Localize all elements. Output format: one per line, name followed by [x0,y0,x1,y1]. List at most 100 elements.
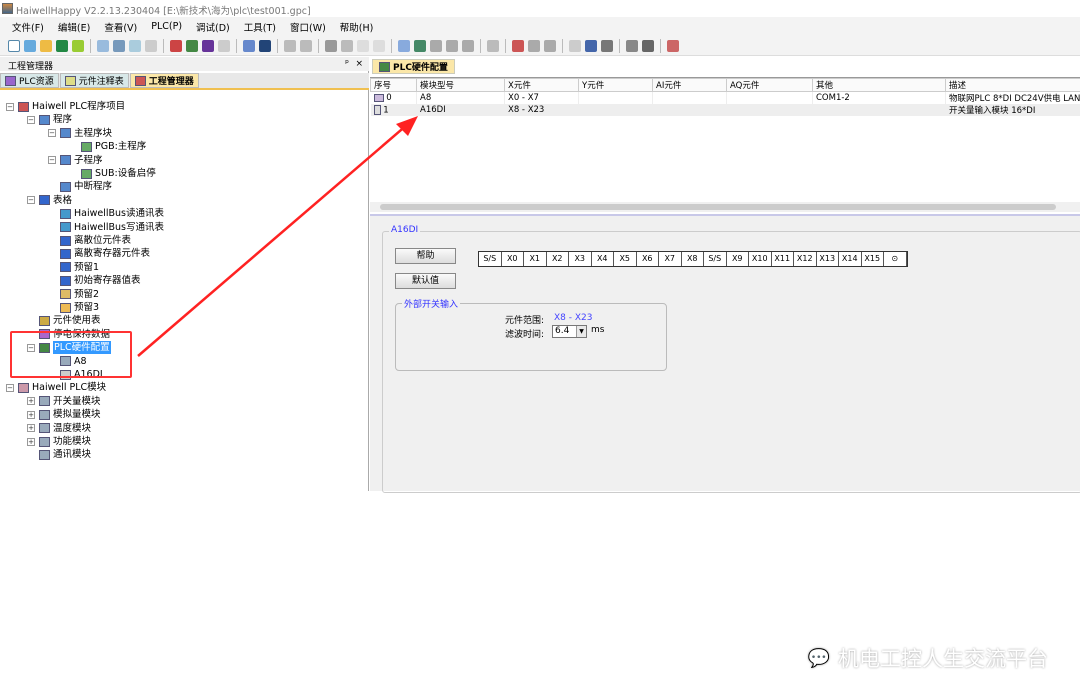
edit-icon[interactable] [243,40,255,52]
help-button[interactable]: 帮助 [395,248,456,264]
tree-item[interactable]: 离散寄存器元件表 [60,247,150,260]
font-icon[interactable] [585,40,597,52]
tree-item[interactable]: HaiwellBus写通讯表 [60,221,164,234]
config-icon[interactable] [512,40,524,52]
menu-window[interactable]: 窗口(W) [290,20,326,34]
menu-help[interactable]: 帮助(H) [340,20,374,34]
tree-item[interactable]: 预留1 [60,261,99,274]
col-index[interactable]: 序号 [371,79,417,92]
tab-plc-hardware-config[interactable]: PLC硬件配置 [372,59,455,74]
module-icon[interactable] [667,40,679,52]
tree-item[interactable]: 通讯模块 [39,448,91,461]
collapse-icon[interactable]: − [27,116,35,124]
copy-icon[interactable] [357,40,369,52]
lock-icon[interactable] [626,40,638,52]
chevron-down-icon[interactable]: ▼ [576,326,586,337]
tool5-icon[interactable] [544,40,556,52]
tree-item[interactable]: 初始寄存器值表 [60,274,141,287]
tree-item[interactable]: PGB:主程序 [81,140,146,153]
tree-item[interactable]: 开关量模块 [39,395,101,408]
print-icon[interactable] [113,40,125,52]
tree-item[interactable]: SUB:设备启停 [81,167,156,180]
expand-icon[interactable]: + [27,424,35,432]
expand-icon[interactable]: + [27,438,35,446]
collapse-icon[interactable]: − [48,156,56,164]
info-icon[interactable] [487,40,499,52]
tab-plc-resources[interactable]: PLC资源 [0,73,59,88]
open-icon[interactable] [40,40,52,52]
col-aq[interactable]: AQ元件 [727,79,813,92]
tree-item[interactable]: 主程序块 [60,127,112,140]
pin-icon[interactable]: ᵖ [345,59,349,69]
col-y[interactable]: Y元件 [579,79,653,92]
close-project-icon[interactable] [642,40,654,52]
tool4-icon[interactable] [528,40,540,52]
tree-item[interactable]: 温度模块 [39,422,91,435]
hardware-icon[interactable] [186,40,198,52]
export-icon[interactable] [72,40,84,52]
monitor-icon[interactable] [218,40,230,52]
close-icon[interactable]: × [355,59,363,69]
clear-icon[interactable] [601,40,613,52]
doc-icon[interactable] [145,40,157,52]
expand-icon[interactable]: + [27,397,35,405]
col-ai[interactable]: AI元件 [653,79,727,92]
delete-icon[interactable] [325,40,337,52]
save-icon[interactable] [56,40,68,52]
network-icon[interactable] [398,40,410,52]
tree-item[interactable]: HaiwellBus读通讯表 [60,207,164,220]
filter-time-select[interactable]: 6.4 ▼ [552,325,587,338]
col-model[interactable]: 模块型号 [417,79,505,92]
tool2-icon[interactable] [446,40,458,52]
find-icon[interactable] [259,40,271,52]
horizontal-scrollbar[interactable] [370,202,1080,212]
tree-item[interactable]: Haiwell PLC程序项目 [18,100,125,113]
tree-item[interactable]: Haiwell PLC模块 [18,381,106,394]
collapse-icon[interactable]: − [6,103,14,111]
default-button[interactable]: 默认值 [395,273,456,289]
tree-item[interactable]: 表格 [39,194,72,207]
table-row[interactable]: 1 A16DIX8 - X23开关量输入模块 16*DI [371,104,1080,116]
scrollbar-thumb[interactable] [380,204,1056,210]
resource-icon[interactable] [202,40,214,52]
menu-view[interactable]: 查看(V) [104,20,137,34]
tree-item[interactable]: 功能模块 [39,435,91,448]
tool6-icon[interactable] [569,40,581,52]
menu-edit[interactable]: 编辑(E) [58,20,90,34]
tree-item[interactable]: 元件使用表 [39,314,101,327]
plc-icon[interactable] [170,40,182,52]
tool-icon[interactable] [430,40,442,52]
collapse-icon[interactable]: − [27,196,35,204]
redo-icon[interactable] [300,40,312,52]
tree-item[interactable]: 程序 [39,113,72,126]
check-icon[interactable] [129,40,141,52]
undo-icon[interactable] [284,40,296,52]
col-other[interactable]: 其他 [813,79,946,92]
tab-project-manager[interactable]: 工程管理器 [130,73,199,88]
collapse-icon[interactable]: − [6,384,14,392]
tree-item[interactable]: 离散位元件表 [60,234,131,247]
collapse-icon[interactable]: − [48,129,56,137]
new-icon[interactable] [8,40,20,52]
menu-debug[interactable]: 调试(D) [196,20,230,34]
col-desc[interactable]: 描述 [946,79,1080,92]
paste-icon[interactable] [373,40,385,52]
cut-icon[interactable] [341,40,353,52]
user-icon[interactable] [414,40,426,52]
tree-item[interactable]: 中断程序 [60,180,112,193]
tree-item[interactable]: 预留2 [60,288,99,301]
tree-item[interactable]: 子程序 [60,154,103,167]
new-project-icon[interactable] [24,40,36,52]
table-row[interactable]: 0 A8X0 - X7COM1-2物联网PLC 8*DI DC24V供电 LAN [371,92,1080,105]
tool3-icon[interactable] [462,40,474,52]
preview-icon[interactable] [97,40,109,52]
menu-plc[interactable]: PLC(P) [151,21,182,32]
tree-item[interactable]: 预留3 [60,301,99,314]
menu-file[interactable]: 文件(F) [12,20,44,34]
tree-item[interactable]: 模拟量模块 [39,408,101,421]
expand-icon[interactable]: + [27,411,35,419]
tree-item-label: 功能模块 [53,435,91,448]
menu-tools[interactable]: 工具(T) [244,20,276,34]
tab-comment-table[interactable]: 元件注释表 [60,73,129,88]
col-x[interactable]: X元件 [505,79,579,92]
